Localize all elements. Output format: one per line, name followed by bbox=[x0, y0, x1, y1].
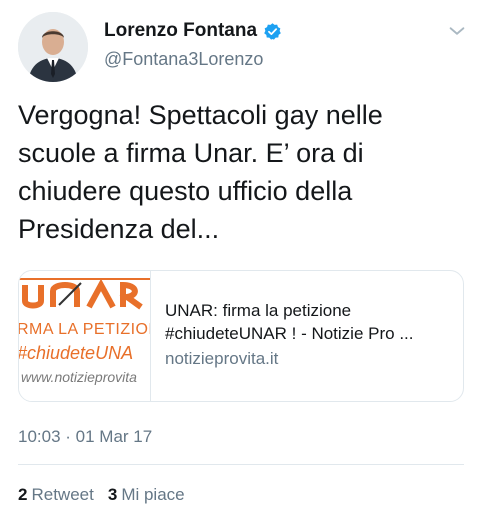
thumb-text-url: www.notizieprovita bbox=[21, 369, 137, 385]
avatar[interactable] bbox=[18, 12, 88, 82]
likes-count: 3 bbox=[107, 485, 118, 504]
chevron-down-icon[interactable] bbox=[446, 20, 468, 42]
likes-label: Mi piace bbox=[121, 485, 185, 504]
unar-logo-image bbox=[19, 278, 150, 310]
card-title[interactable]: UNAR: firma la petizione #chiudeteUNAR !… bbox=[165, 299, 449, 345]
card-domain[interactable]: notizieprovita.it bbox=[165, 349, 449, 369]
tweet-stats: 2 Retweet 3 Mi piace bbox=[18, 485, 185, 505]
user-handle[interactable]: @Fontana3Lorenzo bbox=[104, 49, 282, 70]
retweet-count: 2 bbox=[18, 485, 28, 504]
link-card[interactable]: RMA LA PETIZION #chiudeteUNA www.notizie… bbox=[18, 270, 464, 402]
likes-stat[interactable]: 3 Mi piace bbox=[108, 485, 185, 505]
avatar-image bbox=[18, 12, 88, 82]
retweet-stat[interactable]: 2 Retweet bbox=[18, 485, 94, 505]
tweet-header: Lorenzo Fontana @Fontana3Lorenzo bbox=[18, 12, 468, 82]
card-body[interactable]: UNAR: firma la petizione #chiudeteUNAR !… bbox=[151, 271, 463, 401]
retweet-label: Retweet bbox=[31, 485, 94, 504]
tweet-timestamp[interactable]: 10:03 · 01 Mar 17 bbox=[18, 427, 152, 447]
display-name[interactable]: Lorenzo Fontana bbox=[104, 20, 257, 42]
divider bbox=[18, 464, 464, 465]
thumb-text-hashtag: #chiudeteUNA bbox=[19, 343, 134, 363]
thumb-text-petition: RMA LA PETIZION bbox=[19, 321, 151, 338]
card-thumbnail: RMA LA PETIZION #chiudeteUNA www.notizie… bbox=[19, 271, 151, 401]
user-info: Lorenzo Fontana @Fontana3Lorenzo bbox=[104, 20, 282, 70]
tweet-text: Vergogna! Spettacoli gay nelle scuole a … bbox=[18, 100, 383, 244]
display-name-row[interactable]: Lorenzo Fontana bbox=[104, 20, 282, 42]
verified-badge-icon bbox=[264, 22, 281, 40]
